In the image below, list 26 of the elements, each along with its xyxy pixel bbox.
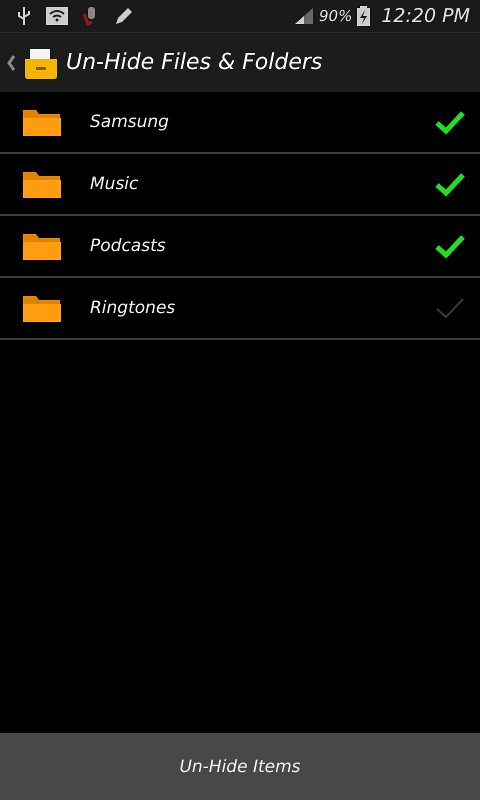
drawer-icon — [24, 46, 58, 78]
battery-charging-icon — [357, 6, 370, 26]
checkmark-icon[interactable] — [434, 233, 466, 259]
usb-icon — [16, 6, 32, 26]
checkmark-icon[interactable] — [434, 171, 466, 197]
folder-row[interactable]: Ringtones — [0, 278, 480, 340]
screen-title: Un-Hide Files & Folders — [66, 50, 322, 75]
folder-row[interactable]: Music — [0, 154, 480, 216]
folder-icon — [22, 107, 62, 137]
wifi-icon — [46, 7, 68, 25]
folder-row[interactable]: Samsung — [0, 92, 480, 154]
battery-percentage: 90% — [319, 7, 352, 25]
folder-name: Samsung — [90, 112, 170, 132]
clock-time: 12:20 PM — [381, 5, 470, 27]
folder-icon — [22, 169, 62, 199]
folder-icon — [22, 293, 62, 323]
folder-icon — [22, 231, 62, 261]
signal-icon — [294, 7, 314, 25]
pencil-icon — [114, 6, 134, 26]
folder-name: Podcasts — [90, 236, 167, 256]
folder-row[interactable]: Podcasts — [0, 216, 480, 278]
unhide-button[interactable]: Un-Hide Items — [0, 733, 480, 800]
checkmark-icon[interactable] — [434, 109, 466, 135]
back-icon[interactable] — [6, 54, 16, 72]
folder-name: Ringtones — [90, 298, 176, 318]
folder-name: Music — [90, 174, 140, 194]
